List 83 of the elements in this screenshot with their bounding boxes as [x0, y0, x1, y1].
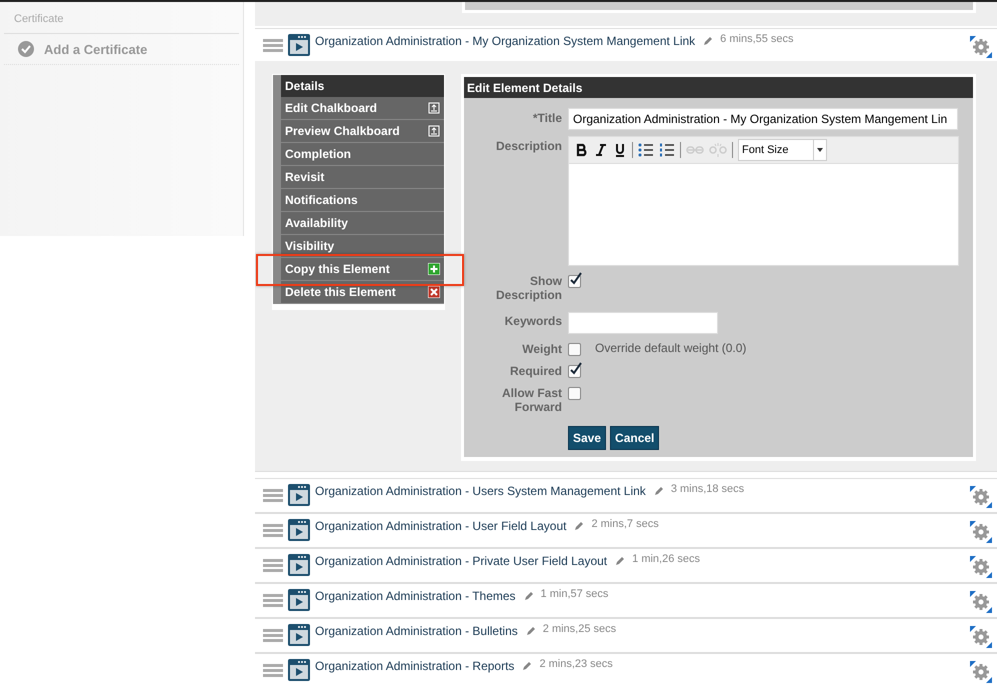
- menu-item[interactable]: Completion: [273, 143, 444, 166]
- duration: 3 mins,18 secs: [670, 483, 744, 495]
- menu-item[interactable]: Revisit: [273, 166, 444, 189]
- pencil-icon[interactable]: [615, 556, 626, 566]
- field-label: Required: [508, 363, 562, 378]
- pencil-icon[interactable]: [524, 591, 534, 601]
- element-title[interactable]: Organization Administration - Private User Field Layout: [315, 554, 608, 568]
- gear-icon[interactable]: [969, 590, 993, 614]
- video-icon: [287, 623, 311, 647]
- menu-item[interactable]: Preview Chalkboard: [273, 120, 444, 143]
- element-title[interactable]: Organization Administration - User Field Layout: [315, 519, 566, 533]
- menu-item[interactable]: Notifications: [273, 189, 444, 212]
- gear-icon[interactable]: [969, 520, 993, 544]
- font-size-dropdown[interactable]: Font Size: [738, 139, 827, 161]
- description-editor[interactable]: Font Size: [568, 136, 959, 266]
- duration: 1 min,26 secs: [632, 553, 700, 565]
- drag-handle-icon[interactable]: [263, 593, 283, 609]
- popup-icon: [428, 102, 440, 114]
- underline-icon[interactable]: [613, 143, 627, 157]
- panel-title: Edit Element Details: [464, 77, 973, 98]
- plus-icon: [428, 263, 440, 275]
- menu-item[interactable]: Copy this Element: [273, 258, 444, 281]
- pencil-icon[interactable]: [574, 521, 584, 531]
- sidebar-heading: Certificate: [4, 2, 239, 34]
- video-icon: [287, 658, 311, 682]
- checkbox-label: Override default weight (0.0): [595, 341, 746, 356]
- drag-handle-icon[interactable]: [263, 663, 283, 679]
- drag-handle-icon[interactable]: [263, 523, 283, 539]
- pencil-icon[interactable]: [526, 626, 536, 636]
- video-icon: [287, 518, 311, 542]
- gear-icon[interactable]: [969, 660, 993, 684]
- duration: 2 mins,25 secs: [542, 623, 616, 635]
- duration: 2 mins,23 secs: [539, 658, 613, 670]
- numbered-list-icon[interactable]: [659, 143, 675, 157]
- gear-icon[interactable]: [969, 555, 993, 579]
- field-label: Allow Fast Forward: [500, 385, 562, 414]
- drag-handle-icon[interactable]: [263, 628, 283, 644]
- italic-icon[interactable]: [594, 143, 608, 157]
- caret-icon: [817, 148, 823, 152]
- pencil-icon[interactable]: [703, 36, 714, 46]
- drag-handle-icon[interactable]: [263, 488, 283, 504]
- video-icon: [287, 588, 311, 612]
- drag-handle-icon[interactable]: [263, 558, 283, 574]
- menu-item[interactable]: Delete this Element: [273, 281, 444, 304]
- duration: 6 mins,55 secs: [720, 33, 794, 45]
- element-title[interactable]: Organization Administration - Themes: [315, 589, 516, 603]
- checkbox[interactable]: [568, 387, 581, 400]
- menu-item[interactable]: Availability: [273, 212, 444, 235]
- pencil-icon[interactable]: [654, 486, 664, 496]
- drag-handle-icon[interactable]: [263, 38, 283, 54]
- menu-item[interactable]: Visibility: [273, 235, 444, 258]
- menu-heading: Details: [273, 75, 444, 97]
- form-button[interactable]: Save: [568, 426, 606, 450]
- gear-icon[interactable]: [969, 35, 993, 59]
- field-label: Description: [494, 138, 562, 155]
- menu-item[interactable]: Edit Chalkboard: [273, 97, 444, 120]
- checkbox[interactable]: [568, 365, 581, 378]
- form-button[interactable]: Cancel: [610, 426, 660, 450]
- bold-icon[interactable]: [575, 143, 589, 157]
- popup-icon: [428, 125, 440, 137]
- video-icon: [287, 33, 311, 57]
- checkbox[interactable]: [568, 275, 581, 288]
- element-title[interactable]: Organization Administration - My Organization System Mangement Link: [315, 34, 696, 48]
- element-title[interactable]: Organization Administration - Users System Management Link: [315, 484, 646, 498]
- gear-icon[interactable]: [969, 625, 993, 649]
- gear-icon[interactable]: [969, 485, 993, 509]
- checkbox[interactable]: [568, 343, 581, 356]
- element-title[interactable]: Organization Administration - Reports: [315, 659, 514, 673]
- field-label: Weight: [521, 341, 562, 356]
- duration: 1 min,57 secs: [540, 588, 608, 600]
- field-label: Show Description: [494, 273, 562, 302]
- field-label: Keywords: [504, 313, 562, 330]
- field-label: *Title: [532, 110, 562, 127]
- duration: 2 mins,7 secs: [591, 518, 659, 530]
- keywords-field[interactable]: [568, 312, 718, 334]
- bullet-list-icon[interactable]: [638, 143, 654, 157]
- pencil-icon[interactable]: [522, 661, 532, 671]
- delete-icon: [428, 286, 440, 298]
- video-icon: [287, 553, 311, 577]
- title-field[interactable]: Organization Administration - My Organization System Mangement Lin: [568, 108, 958, 130]
- check-icon: [18, 41, 34, 57]
- video-icon: [287, 483, 311, 507]
- element-title[interactable]: Organization Administration - Bulletins: [315, 624, 518, 638]
